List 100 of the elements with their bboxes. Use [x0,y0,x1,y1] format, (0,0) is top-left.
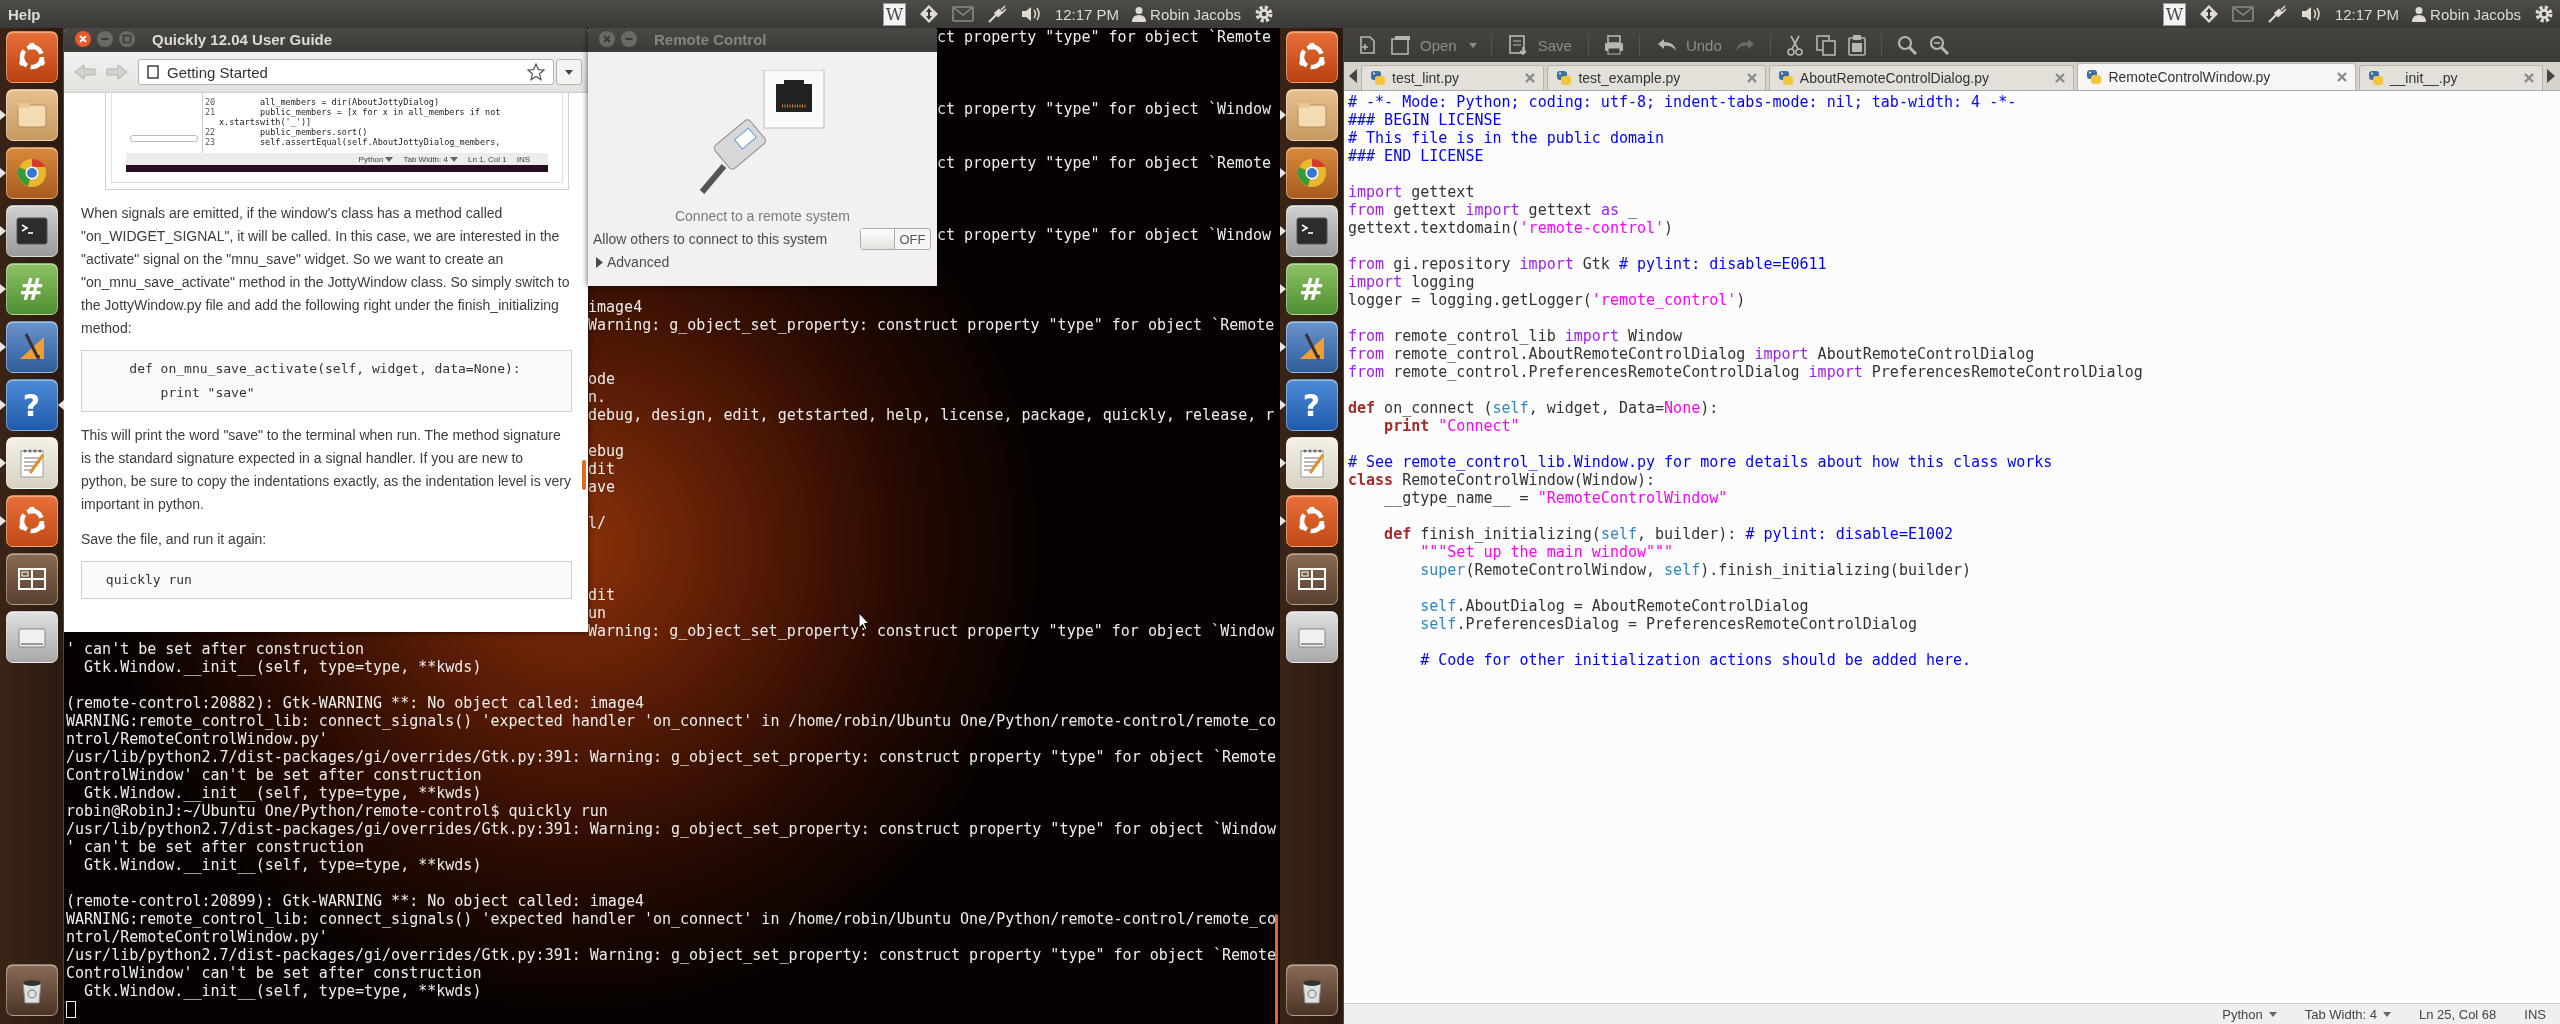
scroll-left-icon[interactable] [1348,69,1358,83]
code-line: # This file is in the public domain [1348,129,1665,147]
terminal-line: ebug [588,442,625,460]
terminal-line: dit [588,586,616,604]
code-line: all_members = dir(AboutJottyDialog) [258,97,440,107]
mail-icon[interactable] [951,6,974,22]
trash-icon[interactable] [1285,964,1338,1016]
terminal-line: ntrol/RemoteControlWindow.py' [66,928,328,946]
cursor-position: Ln 1, Col 1 [467,153,507,166]
file-tab[interactable]: test_lint.py [1361,65,1545,90]
drive-icon[interactable] [5,611,58,663]
terminal-line: WARNING:remote_control_lib: connect_signals() 'expected handler 'on_connect' in /home/robin/Ubuntu One/Python/remote-control/remote_co [66,910,1277,928]
code-block: def on_mnu_save_activate(self, widget, data=None): print "save" [81,350,572,412]
clock[interactable]: 12:17 PM [2334,5,2400,23]
ubuntu-logo-icon[interactable] [1285,495,1338,547]
code-line: class RemoteControlWindow(Window): [1348,471,1656,489]
settings-icon[interactable] [2534,4,2554,24]
switch-label: Allow others to connect to this system [593,231,828,247]
user-icon[interactable] [1132,6,1147,22]
network-cable-icon [697,70,828,194]
line-number: 22 [205,127,216,137]
tab-width-selector[interactable]: Tab Width: 4 [2304,1006,2391,1022]
code-line: def on_connect (self, widget, Data=None): [1348,399,1719,417]
volume-icon[interactable] [1019,5,1042,23]
launcher-item[interactable]: ? [0,379,64,431]
expander-right-icon [595,256,604,268]
ubuntu-logo-icon[interactable] [5,495,58,547]
open-menu-button[interactable] [1468,42,1477,48]
file-tab[interactable]: RemoteControlWindow.py [2077,63,2356,90]
terminal-line: (remote-control:20899): Gtk-WARNING **: No object called: image4 [66,892,644,910]
dropdown-button[interactable] [556,59,582,85]
toggle-switch[interactable]: OFF [860,228,931,250]
sync-icon[interactable] [2198,4,2219,24]
workspace-switcher-icon[interactable] [5,553,58,605]
code-line: from remote_control.AboutRemoteControlDialog import AboutRemoteControlDialog [1348,345,2035,363]
user-name[interactable]: Robin Jacobs [1150,5,1241,23]
code-line: from gi.repository import Gtk # pylint: disable=E0611 [1348,255,1827,273]
scroll-right-icon[interactable] [2546,69,2556,83]
terminal-line: Warning: g_object_set_property: construct property "type" for object `Window [588,622,1275,640]
notepad-icon[interactable] [5,437,58,489]
workspace-switcher-icon[interactable] [1285,553,1338,605]
file-tab[interactable]: test_example.py [1547,65,1766,90]
volume-icon[interactable] [2299,5,2322,23]
terminal-icon[interactable] [1285,205,1338,257]
star-icon[interactable] [527,63,545,81]
clock[interactable]: 12:17 PM [1054,5,1120,23]
language-selector[interactable]: Python [2222,1006,2277,1022]
code-line: import gettext [1348,183,1475,201]
window-title: Remote Control [654,30,767,48]
file-tab[interactable]: __init__.py [2358,65,2543,90]
mail-icon[interactable] [2231,6,2254,22]
app-indicator-icon[interactable]: W [2162,2,2186,26]
network-plug-icon[interactable] [2266,4,2287,24]
paste-icon[interactable] [1846,34,1867,56]
location-field[interactable]: Getting Started [138,59,554,85]
help-icon[interactable]: ? [5,379,58,431]
app-menu[interactable]: Help [8,5,41,23]
user-icon[interactable] [2412,6,2427,22]
overlay-scrollbar[interactable] [582,460,586,490]
terminal-icon[interactable] [5,205,58,257]
pencil-ruler-icon[interactable] [1285,321,1338,373]
terminal-line: n. [588,388,607,406]
app-indicator-icon[interactable]: W [882,2,906,26]
folder-icon[interactable] [5,89,58,141]
trash-icon[interactable] [5,964,58,1016]
ubuntu-logo-icon[interactable] [1285,31,1338,83]
folder-icon[interactable] [1285,89,1338,141]
search-replace-icon[interactable] [1927,34,1950,56]
terminal-line: ode [588,370,616,388]
search-icon[interactable] [1895,34,1918,56]
advanced-expander[interactable]: Advanced [595,254,670,270]
user-name[interactable]: Robin Jacobs [2430,5,2521,23]
terminal-line: ct property "type" for object `Remote [937,28,1272,46]
cursor-position: Ln 25, Col 68 [2419,1006,2497,1022]
notepad-icon[interactable] [1285,437,1338,489]
browser-icon[interactable] [1285,147,1338,199]
pencil-ruler-icon[interactable] [5,321,58,373]
code-line: super(RemoteControlWindow, self).finish_initializing(builder) [1419,561,1972,579]
settings-icon[interactable] [1254,4,1274,24]
code-line: public_members = [x for x in all_members if not [258,107,501,117]
sync-icon[interactable] [918,4,939,24]
drive-icon[interactable] [1285,611,1338,663]
terminal-line: ave [588,478,616,496]
launcher-item[interactable]: ? [1279,379,1344,431]
terminal-line: Gtk.Window.__init__(self, type=type, **kwds) [83,982,482,1000]
copy-icon[interactable] [1814,34,1837,56]
file-tab[interactable]: AboutRemoteControlDialog.py [1768,65,2075,90]
print-icon[interactable] [1602,34,1625,56]
cut-icon[interactable] [1784,34,1805,56]
window-title: Quickly 12.04 User Guide [152,30,333,48]
overlay-scrollbar[interactable] [1275,914,1278,1024]
help-icon[interactable]: ? [1285,379,1338,431]
network-plug-icon[interactable] [986,4,1007,24]
close-icon[interactable] [74,30,92,48]
ubuntu-logo-icon[interactable] [5,31,58,83]
caret-icon [565,69,573,75]
browser-icon[interactable] [5,147,58,199]
code-line: def finish_initializing(self, builder): # pylint: disable=E1002 [1383,525,1954,543]
terminal-line: (remote-control:20882): Gtk-WARNING **: No object called: image4 [66,694,644,712]
new-document-icon[interactable] [1358,34,1378,56]
